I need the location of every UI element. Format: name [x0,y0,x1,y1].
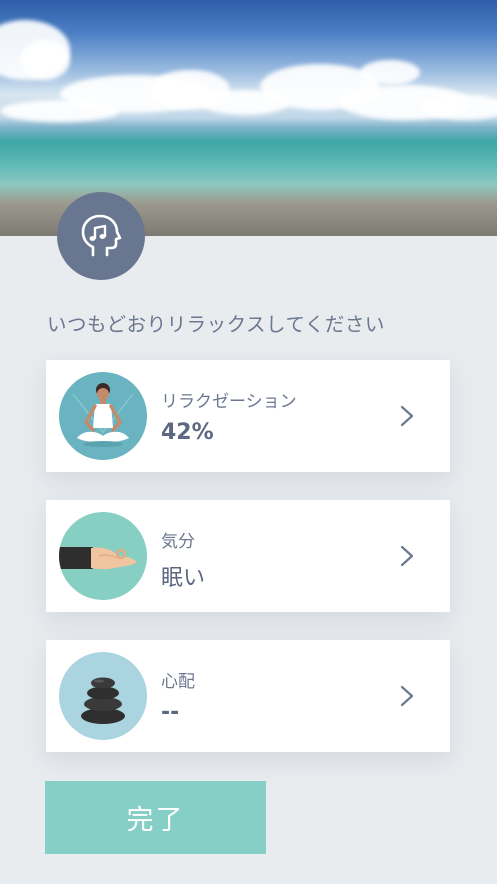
relaxation-value: 42% [161,420,214,445]
relax-prompt: いつもどおりリラックスしてください [47,313,385,336]
mind-music-avatar [57,192,145,280]
done-button[interactable]: 完了 [45,781,266,854]
mood-label: 気分 [161,532,195,552]
meditation-icon [59,372,147,460]
chevron-right-icon[interactable] [400,405,414,427]
stacked-stones-icon [59,652,147,740]
hand-mudra-icon [59,512,147,600]
chevron-right-icon[interactable] [400,545,414,567]
relaxation-card[interactable]: リラクゼーション 42% [46,360,450,472]
mood-card[interactable]: 気分 眠い [46,500,450,612]
mood-value: 眠い [161,566,206,591]
worry-label: 心配 [161,672,195,692]
head-music-icon [81,214,122,257]
worry-card[interactable]: 心配 -- [46,640,450,752]
worry-value: -- [161,700,180,725]
chevron-right-icon[interactable] [400,685,414,707]
relaxation-label: リラクゼーション [161,392,297,412]
